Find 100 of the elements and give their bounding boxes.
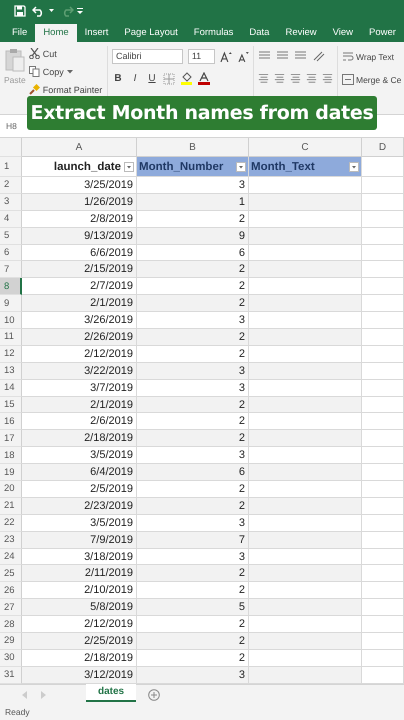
cut-button[interactable]: Cut [28, 46, 102, 61]
fill-color-icon[interactable] [180, 72, 193, 85]
ribbon-tab[interactable]: Formulas [186, 24, 242, 42]
row-header[interactable]: 10 [0, 312, 22, 330]
filter-dropdown-icon[interactable] [124, 162, 134, 172]
row-header[interactable]: 12 [0, 346, 22, 363]
empty-cell [362, 210, 404, 228]
table-cell: 2/26/2019 [22, 329, 137, 346]
merge-button[interactable]: Merge & Ce [342, 72, 402, 87]
column-header[interactable]: D [362, 138, 404, 157]
empty-cell [362, 481, 404, 498]
column-title: Month_Text [251, 160, 316, 172]
table-cell: 2 [137, 565, 249, 582]
sheet-tab[interactable]: dates [86, 684, 136, 702]
add-sheet-icon[interactable] [148, 688, 160, 700]
row-header[interactable]: 25 [0, 565, 22, 582]
row-header[interactable]: 23 [0, 532, 22, 549]
empty-cell [362, 244, 404, 262]
wrap-text-button[interactable]: Wrap Text [342, 49, 402, 64]
orientation-icon[interactable] [312, 50, 326, 62]
table-cell: 3 [137, 362, 249, 380]
row-header[interactable]: 15 [0, 396, 22, 414]
row-header[interactable]: 2 [0, 177, 22, 194]
row-header[interactable]: 8 [0, 278, 22, 296]
caret-icon[interactable] [49, 9, 54, 13]
font-size-field[interactable]: 11 [188, 49, 216, 64]
row-header[interactable]: 11 [0, 329, 22, 346]
column-header[interactable]: A [22, 138, 137, 157]
align-icon[interactable] [290, 72, 301, 84]
ribbon-tab[interactable]: Data [241, 24, 278, 42]
table-cell: 6 [137, 464, 249, 482]
empty-cell [362, 514, 404, 532]
filter-dropdown-icon[interactable] [349, 162, 359, 172]
column-header[interactable]: B [137, 138, 249, 157]
row-header[interactable]: 27 [0, 599, 22, 616]
row-header[interactable]: 20 [0, 481, 22, 498]
ribbon-tab[interactable]: Page Layout [116, 24, 186, 42]
row-header[interactable]: 21 [0, 498, 22, 515]
row-header[interactable]: 19 [0, 464, 22, 482]
row-header[interactable]: 13 [0, 362, 22, 380]
row-header[interactable]: 3 [0, 194, 22, 211]
filter-dropdown-icon[interactable] [236, 162, 246, 172]
align-icon[interactable] [258, 72, 269, 84]
grow-font-icon[interactable] [220, 50, 232, 62]
brush-icon [28, 84, 40, 95]
wrap-icon [342, 51, 354, 62]
row-header[interactable]: 22 [0, 514, 22, 532]
format-painter-button[interactable]: Format Painter [28, 82, 102, 97]
row-header[interactable]: 17 [0, 430, 22, 448]
name-box[interactable]: H8 [0, 121, 17, 131]
column-title: launch_date [52, 160, 121, 172]
save-icon[interactable] [14, 5, 26, 17]
ribbon-tab[interactable]: Power [361, 24, 404, 42]
empty-cell [362, 278, 404, 296]
title-banner: Extract Month names from dates [27, 96, 377, 130]
align-icon[interactable] [274, 72, 285, 84]
customize-toolbar-icon[interactable] [77, 8, 83, 14]
underline-button[interactable]: U [146, 73, 158, 84]
copy-button[interactable]: Copy [28, 64, 102, 79]
align-icon[interactable] [322, 72, 333, 84]
align-icon[interactable] [306, 72, 317, 84]
ribbon-tab[interactable]: Review [277, 24, 325, 42]
row-header[interactable]: 24 [0, 548, 22, 566]
scissors-icon [28, 48, 40, 59]
row-header[interactable]: 28 [0, 616, 22, 634]
row-header[interactable]: 5 [0, 228, 22, 245]
font-name-field[interactable]: Calibri [112, 49, 183, 64]
row-header[interactable]: 7 [0, 261, 22, 278]
row-header[interactable]: 1 [0, 157, 22, 177]
empty-cell [362, 650, 404, 667]
table-cell: 6/4/2019 [22, 464, 137, 482]
ribbon-tab[interactable]: File [4, 24, 36, 42]
row-header[interactable]: 18 [0, 447, 22, 464]
row-header[interactable]: 31 [0, 666, 22, 684]
caret-icon[interactable] [66, 70, 73, 74]
row-header[interactable]: 9 [0, 295, 22, 312]
table-cell: 2/1/2019 [22, 295, 137, 312]
clipboard-icon [4, 48, 25, 72]
row-header[interactable]: 6 [0, 244, 22, 262]
ribbon-tab[interactable]: Insert [76, 24, 116, 42]
bold-button[interactable]: B [112, 73, 124, 84]
row-header[interactable]: 14 [0, 380, 22, 397]
borders-icon[interactable] [163, 72, 175, 84]
empty-cell [362, 346, 404, 363]
font-color-icon[interactable] [198, 72, 210, 85]
ribbon-tab[interactable]: View [324, 24, 362, 42]
table-cell: 2/11/2019 [22, 565, 137, 582]
row-header[interactable]: 29 [0, 633, 22, 650]
row-header[interactable]: 26 [0, 582, 22, 600]
row-header[interactable]: 4 [0, 210, 22, 228]
row-header[interactable]: 30 [0, 650, 22, 667]
ribbon-tab[interactable]: Home [35, 24, 77, 42]
table-cell: 3 [137, 666, 249, 684]
merge-icon [342, 74, 354, 85]
column-header[interactable]: C [249, 138, 362, 157]
table-cell: 9/13/2019 [22, 228, 137, 245]
italic-button[interactable]: I [129, 73, 141, 84]
shrink-font-icon[interactable] [237, 50, 249, 62]
row-header[interactable]: 16 [0, 413, 22, 430]
table-cell: 3/22/2019 [22, 362, 137, 380]
